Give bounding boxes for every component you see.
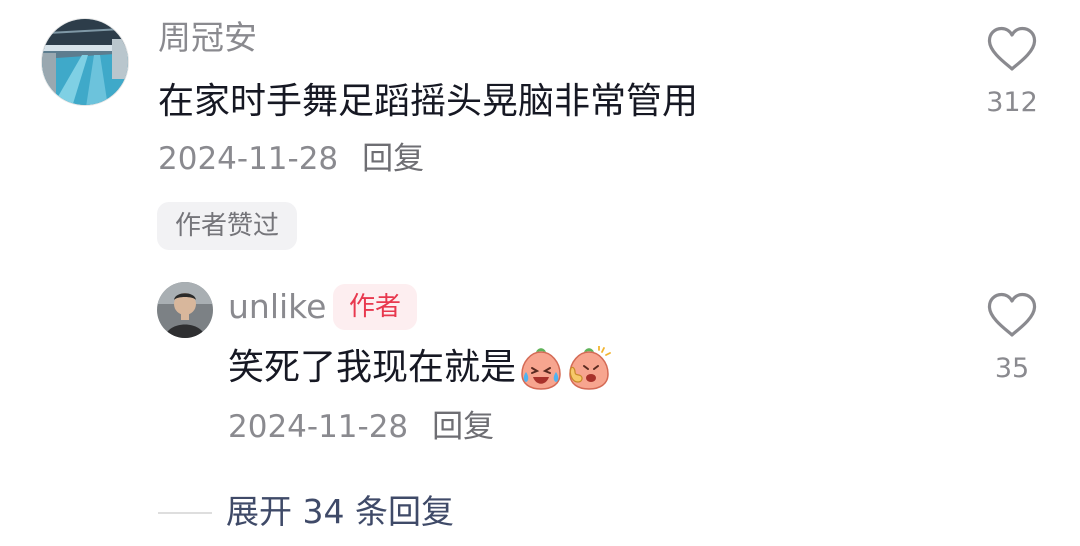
- pool-photo-avatar: [42, 19, 128, 105]
- reply-button[interactable]: 回复: [362, 141, 424, 177]
- person-photo-avatar: [157, 282, 213, 338]
- username[interactable]: unlike: [228, 286, 326, 328]
- author-liked-tag: 作者赞过: [157, 202, 298, 250]
- reply-text: 笑死了我现在就是: [228, 344, 612, 392]
- thumbs-up-emoji: [569, 346, 611, 390]
- like-button[interactable]: 312: [984, 26, 1040, 136]
- reply-text-content: 笑死了我现在就是: [228, 347, 517, 388]
- comment-date: 2024-11-28: [158, 141, 339, 177]
- like-count: 35: [994, 353, 1030, 384]
- author-badge: 作者: [333, 284, 418, 330]
- avatar[interactable]: [41, 18, 129, 106]
- reply-meta: 2024-11-28 回复: [228, 406, 494, 448]
- reply-button[interactable]: 回复: [432, 409, 494, 445]
- comment-thread: 周冠安 在家时手舞足蹈摇头晃脑非常管用 2024-11-28 回复 作者赞过 31…: [0, 0, 1080, 546]
- heart-icon: [987, 26, 1037, 71]
- laughing-tears-emoji: [521, 348, 561, 390]
- comment-text: 在家时手舞足蹈摇头晃脑非常管用: [158, 81, 699, 122]
- like-button[interactable]: 35: [984, 292, 1040, 392]
- heart-icon: [987, 292, 1037, 337]
- avatar[interactable]: [157, 282, 213, 338]
- expand-replies-button[interactable]: 展开 34 条回复: [226, 490, 454, 534]
- username[interactable]: 周冠安: [158, 16, 257, 60]
- like-count: 312: [986, 87, 1038, 118]
- comment-meta: 2024-11-28 回复: [158, 138, 424, 180]
- reply-date: 2024-11-28: [228, 409, 409, 445]
- divider: [158, 512, 212, 514]
